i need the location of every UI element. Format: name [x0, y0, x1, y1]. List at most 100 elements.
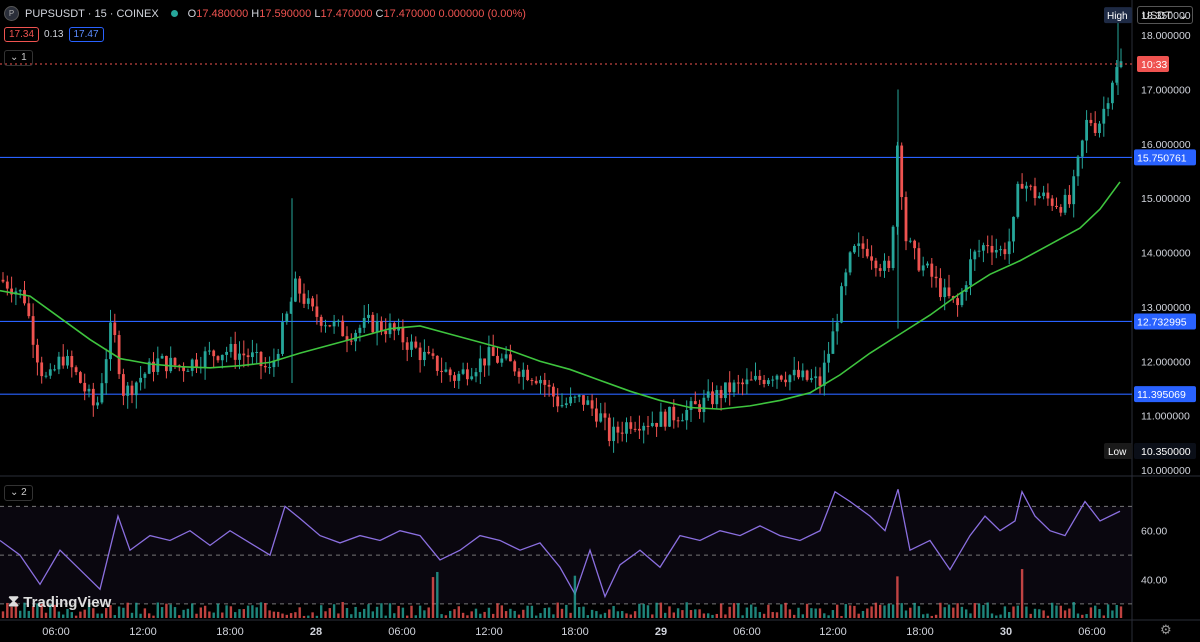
volume-bar: [277, 611, 280, 618]
candle-body: [1089, 119, 1093, 124]
candle-body: [500, 358, 504, 363]
volume-bar: [913, 602, 916, 618]
time-tick: 06:00: [1078, 626, 1106, 638]
candle-body: [724, 382, 727, 399]
volume-bar: [203, 605, 207, 618]
volume-bar: [887, 603, 890, 618]
volume-bar: [870, 606, 873, 618]
candle-body: [891, 226, 895, 269]
price-tick: 10.000000: [1141, 465, 1191, 477]
time-tick: 12:00: [819, 626, 847, 638]
currency-selector[interactable]: USDT ⌄: [1137, 6, 1193, 24]
pane2-collapse-button[interactable]: ⌄ 2: [4, 485, 33, 501]
ohlc-values: O17.480000 H17.590000 L17.470000 C17.470…: [187, 7, 526, 20]
candle-body: [251, 352, 254, 358]
candle-body: [169, 357, 173, 372]
volume-bar: [879, 604, 882, 618]
candle-body: [298, 278, 302, 294]
volume-bar: [225, 605, 228, 618]
volume-bar: [891, 604, 895, 618]
volume-bar: [1063, 610, 1067, 618]
volume-bar: [866, 608, 869, 618]
volume-bar: [513, 610, 516, 618]
candle-body: [1, 279, 5, 282]
candle-body: [358, 327, 362, 333]
price-tick: 11.000000: [1141, 411, 1190, 423]
candle-body: [779, 375, 783, 380]
volume-bar: [358, 611, 362, 618]
volume-bar: [461, 612, 465, 618]
volume-bar: [1098, 609, 1101, 618]
candle-body: [152, 361, 155, 372]
volume-bar: [246, 605, 250, 618]
low-label: Low: [1108, 447, 1127, 458]
candle-body: [543, 379, 547, 385]
time-axis[interactable]: 06:00 12:00 18:00 28 06:00 12:00 18:00 29 06:00 1…: [42, 626, 1106, 638]
volume-bar: [135, 602, 138, 618]
candle-body: [741, 382, 744, 385]
volume-bar: [337, 613, 340, 618]
candle-body: [306, 298, 310, 304]
chart-canvas[interactable]: 15.750761 12.732995 11.395069 10:33 18.00000…: [0, 0, 1200, 642]
candle-body: [956, 298, 959, 306]
pane1-collapse-button[interactable]: ⌄ 1: [4, 50, 33, 66]
candle-body: [27, 303, 31, 317]
volume-bar: [393, 613, 396, 618]
volume-bar: [612, 606, 615, 618]
volume-bar: [1033, 608, 1037, 618]
volume-bar: [186, 608, 190, 618]
volume-bar: [500, 605, 503, 618]
volume-bar: [1102, 615, 1105, 618]
volume-bar: [1076, 613, 1080, 618]
candle-body: [117, 335, 121, 375]
candle-body: [934, 276, 938, 279]
volume-bar: [130, 612, 134, 618]
volume-bar: [896, 576, 899, 618]
volume-bar: [797, 607, 800, 618]
volume-bar: [844, 604, 847, 618]
volume-bar: [289, 613, 293, 618]
volume-bar: [728, 606, 731, 618]
sell-price-button[interactable]: 17.34: [4, 27, 40, 42]
candle-body: [939, 278, 942, 298]
candle-body: [246, 355, 250, 358]
volume-bar: [909, 607, 912, 618]
candle-body: [1106, 103, 1110, 109]
settings-gear-icon[interactable]: ⚙: [1160, 622, 1172, 638]
buy-price-button[interactable]: 17.47: [68, 27, 104, 42]
symbol-title[interactable]: PUPSUSDT · 15 · COINEX: [25, 8, 159, 20]
candle-body: [960, 291, 964, 306]
candle-body: [44, 375, 48, 377]
volume-bar: [1085, 614, 1088, 618]
volume-bar: [599, 614, 602, 618]
volume-bar: [453, 609, 456, 618]
volume-bar: [251, 605, 254, 618]
candle-body: [1085, 119, 1088, 141]
candle-body: [367, 314, 370, 318]
candle-body: [195, 359, 198, 368]
volume-bar: [380, 603, 383, 618]
volume-bar: [526, 605, 529, 618]
volume-bar: [1094, 605, 1097, 618]
volume-bar: [969, 613, 972, 618]
candle-body: [225, 351, 228, 355]
volume-bar: [126, 602, 129, 618]
volume-bar: [711, 614, 714, 618]
candle-body: [96, 402, 99, 406]
candle-body: [762, 379, 766, 384]
volume-bar: [388, 603, 392, 618]
volume-bar: [1008, 612, 1011, 618]
candle-body: [61, 356, 65, 366]
candle-body: [453, 375, 456, 381]
rsi-tick: 60.00: [1141, 526, 1167, 538]
high-label: High: [1107, 11, 1128, 22]
volume-bar: [1016, 605, 1019, 618]
candle-body: [556, 396, 560, 407]
candle-body: [5, 281, 9, 289]
volume-bar: [234, 612, 237, 618]
chevron-down-icon: ⌄: [10, 52, 19, 63]
candle-body: [470, 376, 474, 380]
volume-bar: [698, 609, 701, 618]
volume-bar: [539, 613, 542, 618]
volume-bar: [565, 604, 568, 618]
